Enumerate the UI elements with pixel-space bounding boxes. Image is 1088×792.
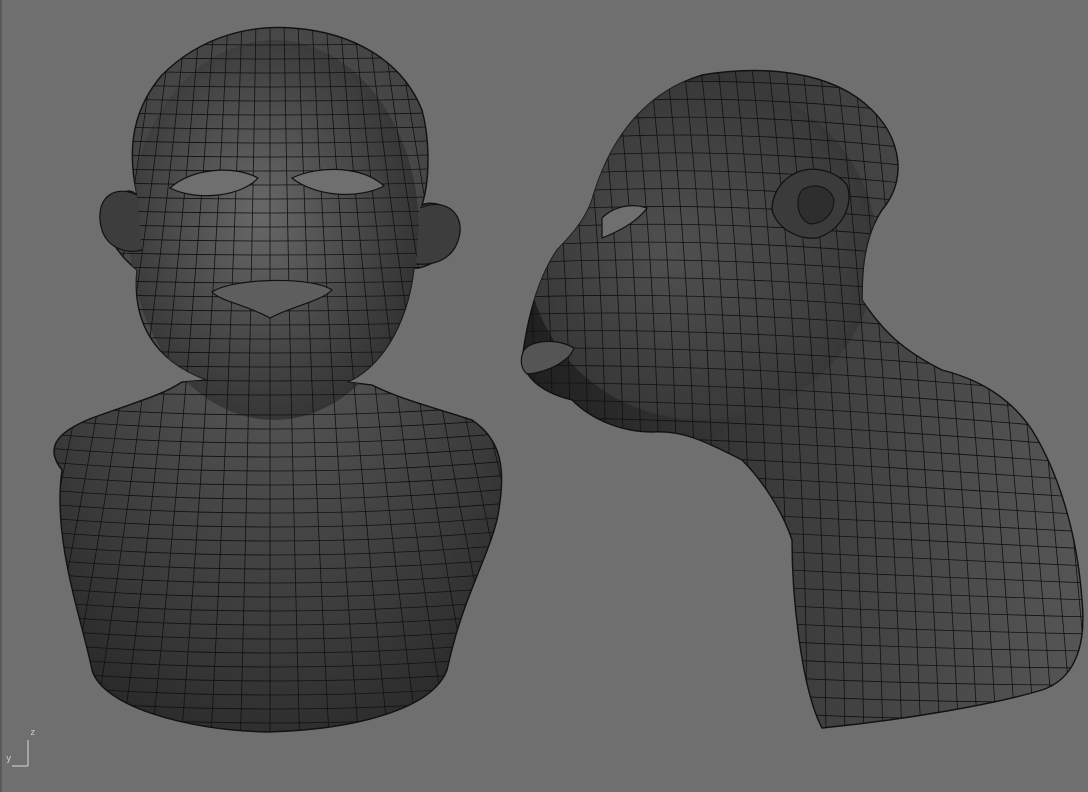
axis-z-label: z — [30, 728, 36, 738]
3d-viewport[interactable]: z y — [0, 0, 1088, 792]
axis-y-label: y — [6, 754, 12, 764]
front-right-ear — [415, 203, 461, 265]
front-head — [129, 40, 419, 420]
viewport-canvas[interactable] — [2, 0, 1088, 792]
front-left-ear — [99, 190, 143, 252]
side-head — [527, 80, 877, 420]
side-view-mesh[interactable] — [502, 45, 1088, 754]
axis-gizmo — [12, 740, 29, 767]
